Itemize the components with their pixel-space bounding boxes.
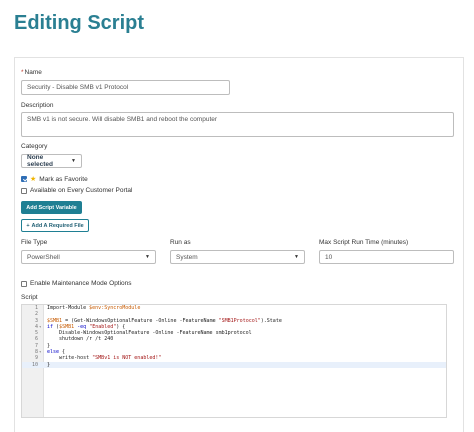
customer-portal-checkbox-row[interactable]: Available on Every Customer Portal (21, 187, 132, 194)
code-line[interactable]: 10} (22, 361, 446, 368)
max-runtime-value: 10 (325, 253, 333, 261)
script-label: Script (21, 294, 38, 301)
category-label: Category (21, 143, 48, 150)
name-label-text: Name (24, 69, 42, 76)
description-value: SMB v1 is not secure. Will disable SMB1 … (27, 116, 218, 123)
category-dropdown[interactable]: None selected ▼ (21, 154, 82, 168)
run-as-select[interactable]: System ▼ (170, 250, 305, 264)
line-number: 10 (31, 361, 38, 368)
customer-portal-label: Available on Every Customer Portal (30, 187, 133, 194)
name-value: Security - Disable SMB v1 Protocol (27, 84, 129, 91)
caret-down-icon: ▼ (71, 158, 76, 164)
maintenance-mode-label: Enable Maintenance Mode Options (30, 280, 132, 287)
description-label: Description (21, 102, 54, 109)
code-area[interactable]: 1 Import-Module $env:SyncroModule 2 3 $SMB1 … (22, 305, 446, 368)
category-value: None selected (27, 154, 54, 168)
name-input[interactable]: Security - Disable SMB v1 Protocol (21, 80, 230, 95)
maintenance-mode-checkbox[interactable] (21, 280, 27, 287)
file-type-value: PowerShell (27, 253, 60, 261)
name-label: *Name (21, 69, 42, 76)
star-icon: ★ (30, 176, 37, 183)
max-runtime-label: Max Script Run Time (minutes) (319, 239, 409, 246)
maintenance-mode-checkbox-row[interactable]: Enable Maintenance Mode Options (21, 280, 132, 287)
required-mark: * (21, 69, 24, 76)
page-title: Editing Script (14, 12, 144, 34)
run-as-label: Run as (170, 239, 191, 246)
favorite-checkbox-row[interactable]: ★ Mark as Favorite (21, 175, 88, 183)
customer-portal-checkbox[interactable] (21, 187, 27, 194)
run-as-value: System (176, 253, 198, 261)
script-editor[interactable]: 1 Import-Module $env:SyncroModule 2 3 $SMB1 … (21, 304, 447, 418)
file-type-select[interactable]: PowerShell ▼ (21, 250, 156, 264)
max-runtime-input[interactable]: 10 (319, 250, 454, 264)
favorite-checkbox[interactable] (21, 176, 27, 182)
caret-down-icon: ▼ (145, 254, 150, 260)
add-required-file-button[interactable]: + Add A Required File (21, 219, 89, 232)
file-type-label: File Type (21, 239, 48, 246)
add-script-variable-button[interactable]: Add Script Variable (21, 201, 82, 214)
caret-down-icon: ▼ (294, 254, 299, 260)
code-text: } (47, 361, 51, 368)
plus-icon: + (26, 222, 30, 229)
add-required-file-label: Add A Required File (31, 222, 84, 229)
favorite-label: Mark as Favorite (39, 175, 88, 183)
description-textarea[interactable]: SMB v1 is not secure. Will disable SMB1 … (21, 112, 454, 137)
